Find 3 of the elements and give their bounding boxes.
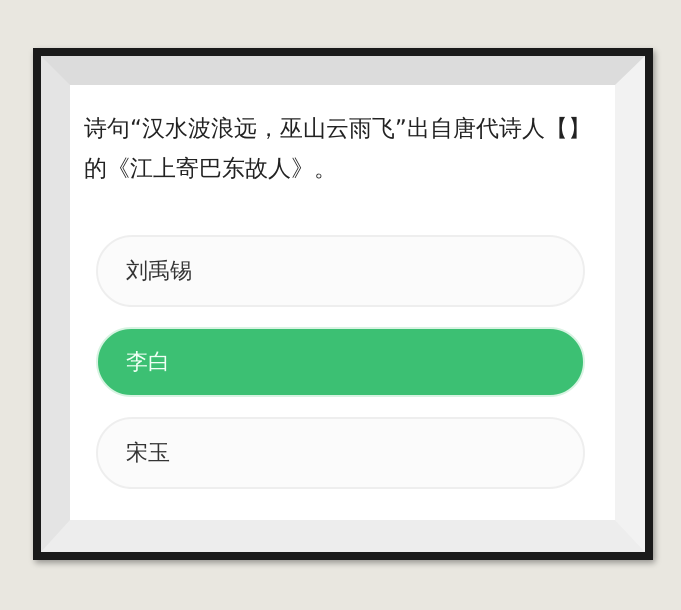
question-text: 诗句“汉水波浪远，巫山云雨飞”出自唐代诗人【】的《江上寄巴东故人》。 — [83, 115, 592, 184]
answer-option[interactable]: 刘禹锡 — [96, 235, 585, 307]
answer-option[interactable]: 宋玉 — [96, 417, 585, 489]
